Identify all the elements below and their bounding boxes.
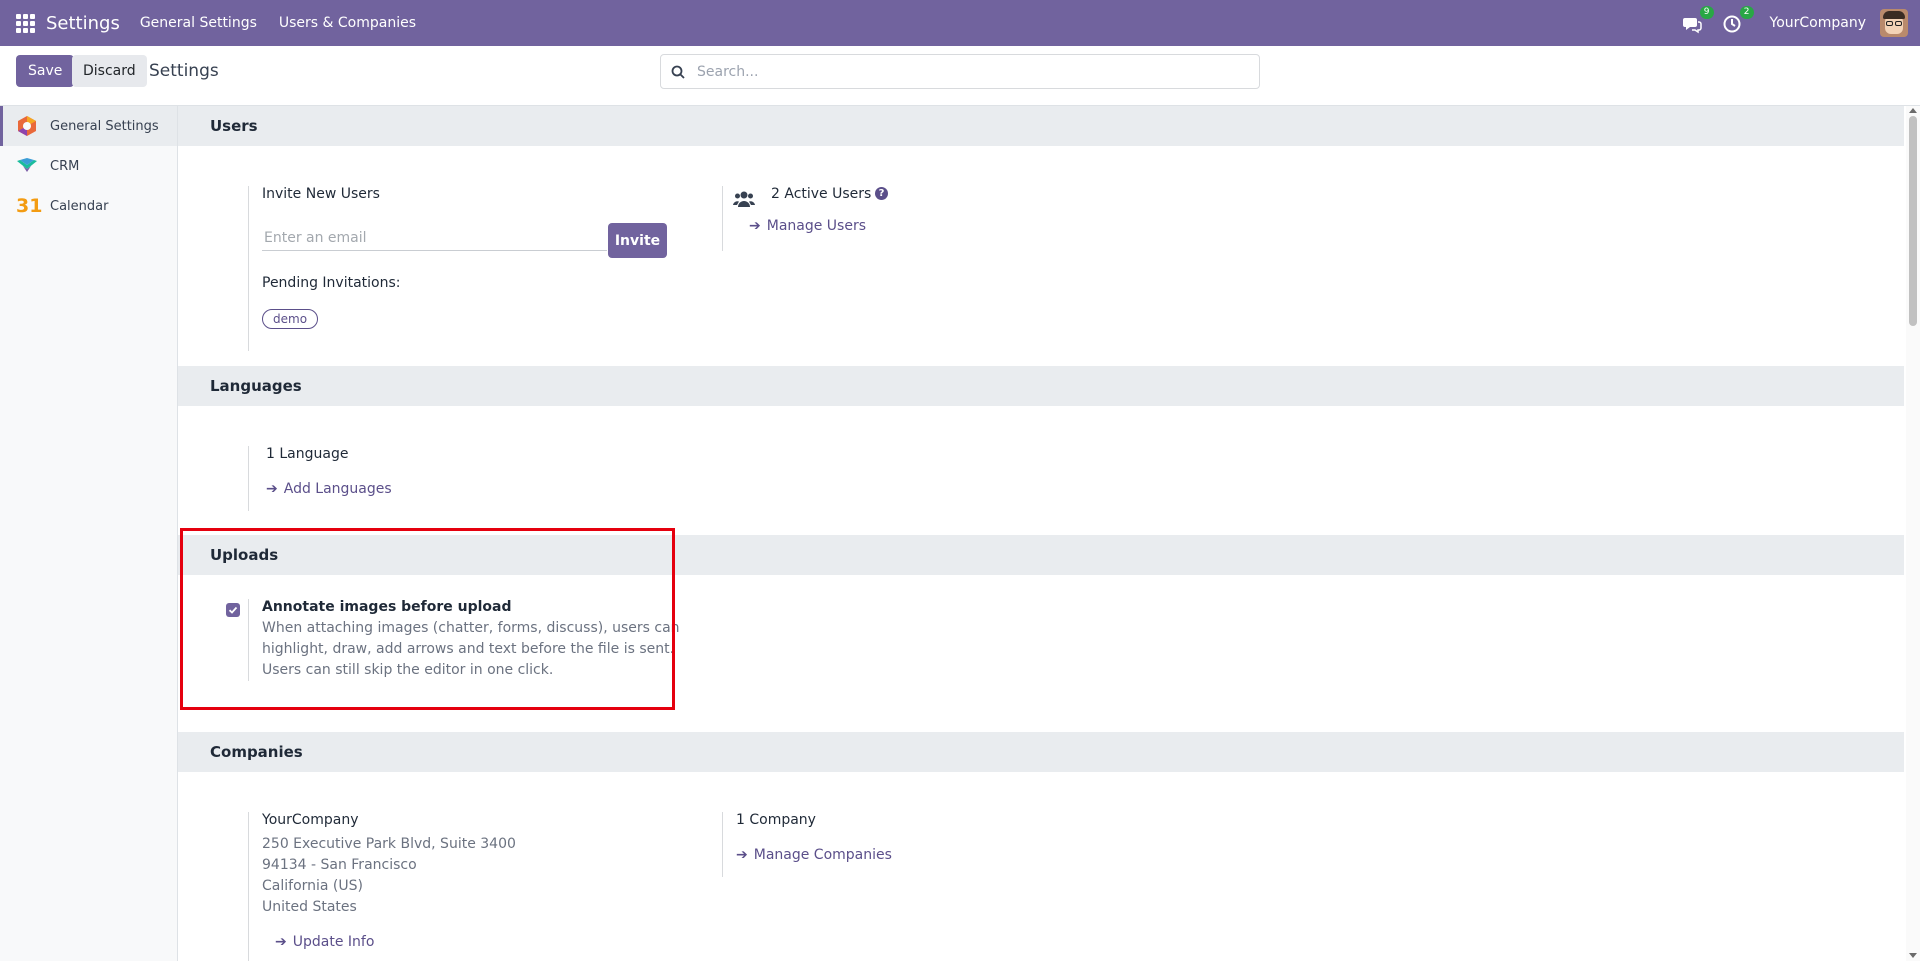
- calendar-icon-text: 31: [16, 195, 43, 217]
- annotate-images-label: Annotate images before upload: [262, 599, 512, 615]
- search-input[interactable]: [695, 55, 1245, 88]
- annotate-desc-line: When attaching images (chatter, forms, d…: [262, 620, 680, 636]
- languages-box: 1 Language ➔ Add Languages: [248, 446, 548, 511]
- language-count: 1 Language: [266, 446, 349, 462]
- settings-sidebar: General Settings CRM 31 Calendar: [0, 106, 178, 961]
- annotate-desc-line: Users can still skip the editor in one c…: [262, 662, 554, 678]
- company-address: 250 Executive Park Blvd, Suite 3400 9413…: [262, 834, 516, 918]
- invite-button[interactable]: Invite: [608, 223, 667, 258]
- app-title[interactable]: Settings: [46, 13, 120, 34]
- sidebar-item-general-settings[interactable]: General Settings: [0, 106, 177, 146]
- manage-companies-link[interactable]: ➔ Manage Companies: [736, 847, 892, 863]
- arrow-right-icon: ➔: [749, 218, 761, 234]
- company-count-box: 1 Company ➔ Manage Companies: [722, 812, 1122, 877]
- scroll-thumb[interactable]: [1909, 116, 1917, 326]
- company-count: 1 Company: [736, 812, 816, 828]
- section-languages-title: Languages: [178, 366, 1904, 406]
- save-button[interactable]: Save: [16, 55, 75, 87]
- address-line: 94134 - San Francisco: [262, 857, 417, 873]
- arrow-right-icon: ➔: [266, 481, 278, 497]
- breadcrumb: Settings: [149, 61, 219, 81]
- section-companies-title: Companies: [178, 732, 1904, 772]
- address-line: United States: [262, 899, 357, 915]
- activity-badge: 2: [1739, 6, 1754, 19]
- top-navbar: Settings General Settings Users & Compan…: [0, 0, 1920, 46]
- invite-email-field[interactable]: [262, 226, 607, 251]
- settings-app-icon: [16, 115, 38, 137]
- manage-users-label: Manage Users: [766, 218, 866, 234]
- annotate-images-description: When attaching images (chatter, forms, d…: [262, 618, 680, 681]
- annotate-images-checkbox[interactable]: [226, 603, 240, 617]
- help-icon[interactable]: ?: [875, 187, 888, 200]
- sidebar-item-label: CRM: [50, 158, 80, 174]
- pending-invitation-tag[interactable]: demo: [262, 309, 319, 329]
- menu-general-settings[interactable]: General Settings: [140, 15, 257, 31]
- scroll-down-icon[interactable]: [1909, 953, 1917, 958]
- messages-icon[interactable]: 9: [1682, 6, 1714, 34]
- sidebar-item-label: General Settings: [50, 118, 159, 134]
- scroll-up-icon[interactable]: [1909, 108, 1917, 113]
- sidebar-item-calendar[interactable]: 31 Calendar: [0, 186, 177, 226]
- pending-invitations-label: Pending Invitations:: [262, 275, 401, 291]
- company-name: YourCompany: [262, 812, 359, 828]
- annotate-desc-line: highlight, draw, add arrows and text bef…: [262, 641, 675, 657]
- arrow-right-icon: ➔: [275, 934, 287, 950]
- settings-content: Users Invite New Users Invite Pending In…: [178, 106, 1904, 961]
- add-languages-link[interactable]: ➔ Add Languages: [266, 481, 392, 497]
- users-group-icon: [733, 191, 755, 207]
- scrollbar[interactable]: [1906, 106, 1920, 961]
- invite-users-box: Invite New Users Invite Pending Invitati…: [248, 186, 668, 351]
- arrow-right-icon: ➔: [736, 847, 748, 863]
- update-info-link[interactable]: ➔ Update Info: [275, 934, 374, 950]
- check-icon: [228, 606, 238, 614]
- search-bar[interactable]: [660, 54, 1260, 89]
- control-panel: Save Discard Settings: [0, 46, 1920, 106]
- sidebar-item-crm[interactable]: CRM: [0, 146, 177, 186]
- sidebar-item-label: Calendar: [50, 198, 109, 214]
- invite-users-label: Invite New Users: [262, 186, 380, 202]
- company-switcher[interactable]: YourCompany: [1770, 15, 1867, 31]
- search-icon: [671, 65, 685, 79]
- add-languages-label: Add Languages: [283, 481, 392, 497]
- address-line: 250 Executive Park Blvd, Suite 3400: [262, 836, 516, 852]
- user-avatar[interactable]: [1880, 9, 1908, 37]
- manage-companies-label: Manage Companies: [753, 847, 892, 863]
- discard-button[interactable]: Discard: [72, 55, 147, 87]
- section-uploads-title: Uploads: [178, 535, 1904, 575]
- annotate-images-box: Annotate images before upload When attac…: [248, 599, 680, 681]
- messages-badge: 9: [1699, 6, 1714, 19]
- active-users-count: 2 Active Users: [771, 186, 872, 202]
- company-info-box: YourCompany 250 Executive Park Blvd, Sui…: [248, 812, 668, 961]
- navbar-systray: 9 2 YourCompany: [1682, 6, 1920, 37]
- update-info-label: Update Info: [292, 934, 375, 950]
- calendar-app-icon: 31: [16, 195, 42, 217]
- activity-clock-icon[interactable]: 2: [1722, 6, 1754, 34]
- crm-app-icon: [16, 155, 38, 177]
- app-menu-icon[interactable]: [10, 8, 40, 38]
- address-line: California (US): [262, 878, 363, 894]
- section-users-title: Users: [178, 106, 1904, 146]
- manage-users-link[interactable]: ➔ Manage Users: [749, 218, 866, 234]
- active-users-box: 2 Active Users ? ➔ Manage Users: [722, 186, 1122, 251]
- menu-users-companies[interactable]: Users & Companies: [279, 15, 416, 31]
